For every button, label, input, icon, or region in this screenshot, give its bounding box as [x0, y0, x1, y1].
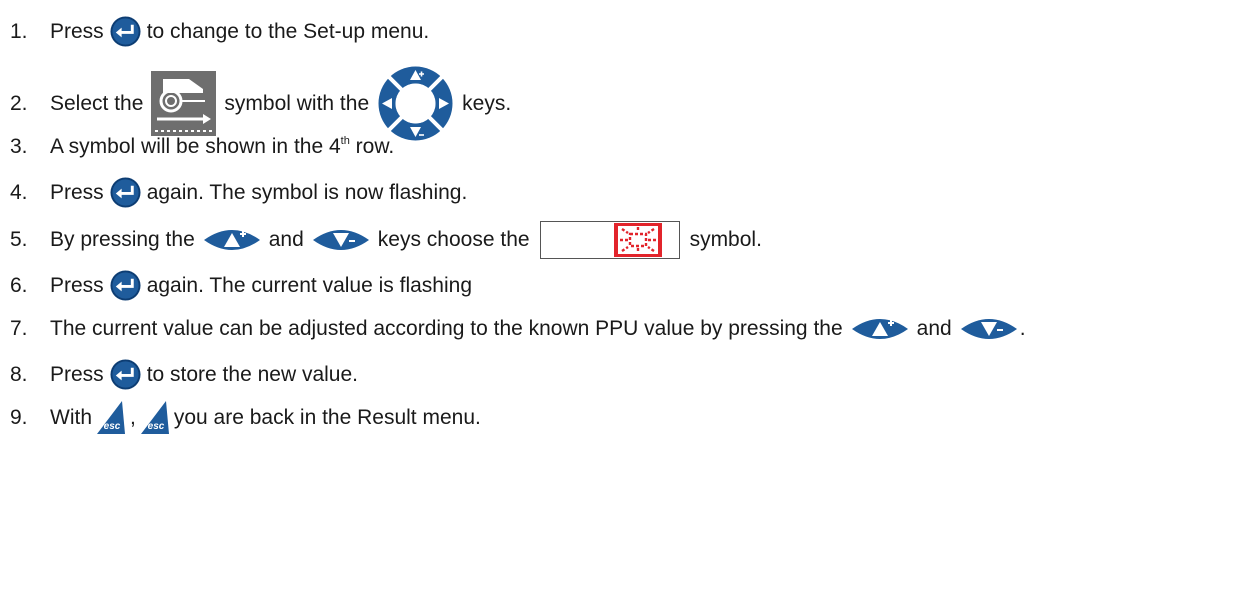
- step-text: Select the: [50, 91, 144, 115]
- step-number: 8.: [10, 362, 28, 386]
- step-text: ,: [130, 406, 136, 429]
- step-text: Press: [50, 180, 104, 204]
- step-text: to store the new value.: [146, 362, 358, 386]
- step-text: and: [268, 228, 304, 251]
- step-text: With: [50, 406, 92, 429]
- four-way-arrow-keys-icon: [377, 65, 454, 142]
- step-text: and: [916, 317, 952, 340]
- step-2: 2. Select the symbol with the keys.: [0, 65, 511, 142]
- step-number: 7.: [10, 317, 28, 340]
- step-text: By pressing the: [50, 228, 195, 251]
- step-number: 4.: [10, 180, 28, 204]
- step-number: 6.: [10, 273, 28, 297]
- step-5: 5. By pressing the and keys choose the s…: [0, 221, 762, 259]
- step-6: 6. Press again. The current value is fla…: [0, 270, 472, 301]
- step-text: Press: [50, 273, 104, 297]
- down-minus-key-icon: [311, 226, 371, 254]
- step-text: Press: [50, 19, 104, 43]
- step-text: to change to the Set-up menu.: [146, 19, 430, 43]
- step-number: 3.: [10, 135, 28, 158]
- enter-key-icon: [110, 359, 141, 390]
- red-sun-symbol-icon: [613, 223, 662, 257]
- up-plus-key-icon: [850, 315, 910, 343]
- step-text: The current value can be adjusted accord…: [50, 317, 843, 340]
- esc-key-icon: [140, 400, 170, 436]
- tractor-wheel-symbol-icon: [151, 71, 217, 136]
- up-plus-key-icon: [202, 226, 262, 254]
- step-text: symbol with the: [224, 91, 370, 115]
- down-minus-key-icon: [959, 315, 1019, 343]
- step-text: again. The symbol is now flashing.: [146, 180, 468, 204]
- step-3: 3. A symbol will be shown in the 4th row…: [0, 135, 394, 159]
- step-text: A symbol will be shown in the 4th row.: [50, 135, 394, 159]
- step-text: you are back in the Result menu.: [173, 406, 481, 429]
- step-4: 4. Press again. The symbol is now flashi…: [0, 177, 467, 208]
- step-text-tail: row.: [349, 135, 395, 158]
- step-8: 8. Press to store the new value.: [0, 359, 358, 390]
- step-text: .: [1019, 317, 1026, 340]
- step-text-main: A symbol will be shown in the 4: [50, 135, 341, 158]
- step-number: 1.: [10, 19, 28, 43]
- step-text: again. The current value is flashing: [146, 273, 472, 297]
- step-text: Press: [50, 362, 104, 386]
- enter-key-icon: [110, 270, 141, 301]
- step-number: 5.: [10, 228, 28, 251]
- step-text: keys choose the: [377, 228, 530, 251]
- step-1: 1. Press to change to the Set-up menu.: [0, 16, 429, 47]
- step-7: 7. The current value can be adjusted acc…: [0, 315, 1026, 343]
- step-number: 9.: [10, 406, 28, 429]
- display-symbol-frame: [539, 221, 680, 259]
- step-text: symbol.: [689, 228, 762, 251]
- step-9: 9. With , you are back in the Result men…: [0, 400, 481, 436]
- enter-key-icon: [110, 16, 141, 47]
- step-text: keys.: [462, 91, 512, 115]
- step-number: 2.: [10, 91, 28, 115]
- ordinal-suffix: th: [340, 135, 350, 147]
- esc-key-icon: [96, 400, 126, 436]
- enter-key-icon: [110, 177, 141, 208]
